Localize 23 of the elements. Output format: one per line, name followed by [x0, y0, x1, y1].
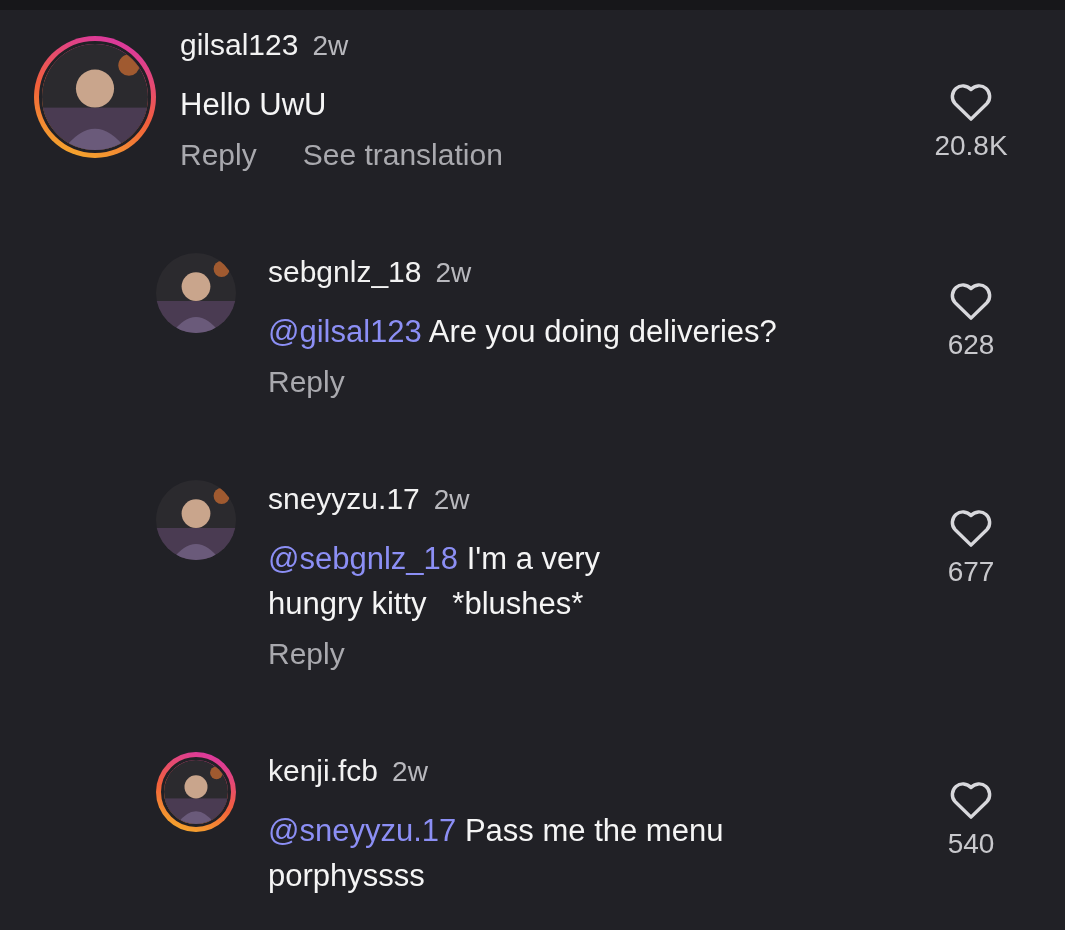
reply-button[interactable]: Reply	[180, 133, 257, 177]
mention-link[interactable]: @sneyyzu.17	[268, 813, 457, 848]
mention-link[interactable]: @gilsal123	[268, 314, 422, 349]
comment-text: @gilsal123 Are you doing deliveries?	[268, 313, 778, 351]
timestamp: 2w	[433, 484, 470, 516]
timestamp: 2w	[392, 756, 428, 788]
username[interactable]: kenji.fcb	[268, 754, 379, 788]
comment-text: Hello UwU	[180, 86, 328, 124]
mention-link[interactable]: @sebgnlz_18	[268, 541, 459, 576]
like-count: 20.8K	[934, 130, 1008, 162]
translation-button[interactable]: See translation	[302, 133, 503, 177]
comment-text: @sneyyzu.17 Pass me the menu porphyssss	[268, 812, 725, 895]
timestamp: 2w	[435, 257, 472, 289]
reply-button[interactable]: Reply	[268, 360, 345, 404]
username[interactable]: sneyyzu.17	[268, 482, 420, 516]
like-count: 540	[947, 828, 995, 860]
like-count: 677	[947, 556, 995, 588]
timestamp: 2w	[312, 30, 349, 62]
comment-text: @sebgnlz_18 I'm a very hungry kitty *blushes*	[268, 540, 602, 623]
username[interactable]: sebgnlz_18	[268, 255, 422, 289]
username[interactable]: gilsal123	[180, 28, 299, 62]
like-count: 628	[947, 329, 995, 361]
reply-button[interactable]: Reply	[268, 632, 345, 676]
